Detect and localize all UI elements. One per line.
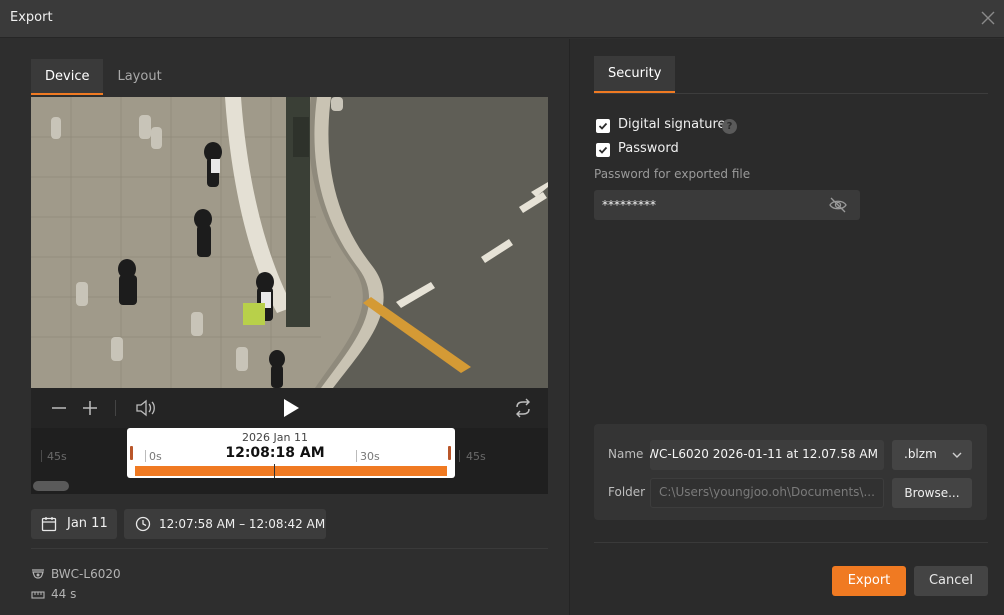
check-icon	[598, 122, 608, 130]
folder-label: Folder	[608, 485, 646, 499]
divider	[31, 548, 548, 549]
password-label: Password	[618, 141, 679, 156]
title-bar: Export	[0, 0, 1004, 38]
time-range-label: 12:07:58 AM – 12:08:42 AM	[159, 517, 326, 531]
player-controls	[31, 388, 548, 428]
cancel-button[interactable]: Cancel	[914, 566, 988, 596]
security-panel: Security Digital signature ? Password Pa…	[570, 39, 1004, 615]
help-icon[interactable]: ?	[722, 119, 737, 134]
duration: 44 s	[51, 587, 77, 601]
date-button-label: Jan 11	[67, 516, 108, 531]
playhead[interactable]	[274, 464, 275, 478]
extension-select[interactable]: .blzm	[892, 440, 972, 470]
window-title: Export	[10, 10, 53, 25]
street-scene-image	[31, 97, 548, 388]
time-range-button[interactable]: 12:07:58 AM – 12:08:42 AM	[124, 509, 326, 539]
play-icon[interactable]	[281, 398, 301, 418]
tab-underline	[594, 93, 988, 94]
chevron-down-icon	[952, 452, 962, 458]
timeline-scrollbar[interactable]	[33, 481, 69, 491]
password-field[interactable]	[594, 190, 860, 220]
zoom-in-icon[interactable]	[82, 398, 98, 418]
calendar-icon	[41, 517, 57, 532]
extension-value: .blzm	[904, 447, 937, 461]
loop-icon[interactable]	[513, 398, 533, 418]
browse-button[interactable]: Browse...	[892, 478, 972, 508]
close-icon[interactable]	[978, 8, 998, 28]
selection-range[interactable]: 0s 30s 2026 Jan 11 12:08:18 AM	[127, 428, 455, 478]
range-end-handle[interactable]	[448, 446, 451, 460]
tab-device[interactable]: Device	[31, 59, 104, 95]
file-name-input[interactable]: BWC-L6020 2026-01-11 at 12.07.58 AM	[650, 440, 884, 470]
ruler-icon	[31, 591, 45, 599]
tick-mark	[41, 450, 42, 462]
device-panel: Device Layout 45s 45s 0s 30s 2026 Jan 11…	[0, 39, 569, 615]
file-name-value: BWC-L6020 2026-01-11 at 12.07.58 AM	[650, 447, 878, 461]
export-button[interactable]: Export	[832, 566, 906, 596]
name-label: Name	[608, 447, 644, 461]
selection-bar	[135, 466, 447, 476]
check-icon	[598, 146, 608, 154]
date-button[interactable]: Jan 11	[31, 509, 117, 539]
selected-date: 2026 Jan 11	[242, 431, 308, 444]
file-settings: Name BWC-L6020 2026-01-11 at 12.07.58 AM…	[594, 424, 987, 520]
tick-label: 45s	[47, 450, 67, 463]
tick-mark	[459, 450, 460, 462]
device-name: BWC-L6020	[51, 567, 121, 581]
controls-separator	[115, 400, 116, 416]
clock-icon	[135, 516, 151, 532]
password-input[interactable]	[602, 196, 822, 214]
timeline[interactable]: 45s 45s 0s 30s 2026 Jan 11 12:08:18 AM	[31, 428, 548, 494]
folder-value: C:\Users\youngjoo.oh\Documents\...	[659, 485, 875, 499]
password-checkbox[interactable]	[596, 143, 610, 157]
volume-icon[interactable]	[135, 398, 157, 418]
zoom-out-icon[interactable]	[51, 398, 67, 418]
video-preview[interactable]	[31, 97, 548, 388]
folder-input: C:\Users\youngjoo.oh\Documents\...	[650, 478, 884, 508]
left-tabs: Device Layout	[31, 59, 176, 95]
tab-security[interactable]: Security	[594, 56, 676, 93]
tab-layout[interactable]: Layout	[103, 59, 175, 95]
digital-signature-checkbox[interactable]	[596, 119, 610, 133]
hide-password-icon[interactable]	[828, 196, 848, 218]
selected-time: 12:08:18 AM	[225, 445, 325, 461]
export-dialog: Export Device Layout 45s 45s 0s 30s 2026…	[0, 0, 1004, 615]
digital-signature-label: Digital signature	[618, 117, 726, 132]
camera-icon	[32, 569, 44, 579]
footer-divider	[594, 542, 988, 543]
tick-label: 45s	[466, 450, 486, 463]
password-field-label: Password for exported file	[594, 167, 751, 181]
